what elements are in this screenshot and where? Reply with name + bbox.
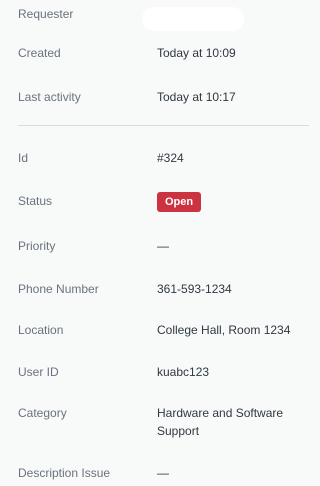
phone-number-row: Phone Number 361-593-1234 bbox=[0, 279, 309, 299]
requester-row: Requester bbox=[0, 4, 309, 31]
id-label: Id bbox=[18, 151, 29, 165]
user-id-row: User ID kuabc123 bbox=[0, 362, 309, 382]
id-row: Id #324 bbox=[0, 148, 309, 168]
user-id-value[interactable]: kuabc123 bbox=[157, 362, 209, 382]
status-value: Open bbox=[157, 191, 202, 212]
description-issue-value[interactable]: — bbox=[157, 463, 169, 483]
priority-row: Priority — bbox=[0, 236, 309, 256]
location-value[interactable]: College Hall, Room 1234 bbox=[157, 320, 290, 340]
description-issue-row: Description Issue — bbox=[0, 463, 309, 483]
last-activity-label: Last activity bbox=[18, 90, 81, 104]
last-activity-value: Today at 10:17 bbox=[157, 90, 236, 104]
created-row: Created Today at 10:09 bbox=[0, 43, 309, 63]
user-id-label: User ID bbox=[18, 365, 59, 379]
location-row: Location College Hall, Room 1234 bbox=[0, 320, 309, 340]
requester-label: Requester bbox=[18, 7, 74, 21]
location-label: Location bbox=[18, 323, 64, 337]
created-value: Today at 10:09 bbox=[157, 46, 236, 60]
category-row: Category Hardware and Software Support bbox=[0, 403, 309, 438]
status-row: Status Open bbox=[0, 191, 309, 212]
phone-number-label: Phone Number bbox=[18, 282, 99, 296]
priority-label: Priority bbox=[18, 239, 56, 253]
requester-redacted-value bbox=[142, 7, 244, 31]
status-label: Status bbox=[18, 194, 53, 208]
category-value[interactable]: Hardware and Software Support bbox=[157, 404, 305, 440]
section-divider bbox=[18, 125, 309, 126]
last-activity-row: Last activity Today at 10:17 bbox=[0, 87, 309, 107]
category-label: Category bbox=[18, 406, 67, 420]
status-badge[interactable]: Open bbox=[157, 192, 202, 212]
description-issue-label: Description Issue bbox=[18, 466, 111, 480]
id-value: #324 bbox=[157, 151, 184, 165]
created-label: Created bbox=[18, 46, 61, 60]
phone-number-value[interactable]: 361-593-1234 bbox=[157, 279, 232, 299]
priority-value[interactable]: — bbox=[157, 236, 169, 256]
